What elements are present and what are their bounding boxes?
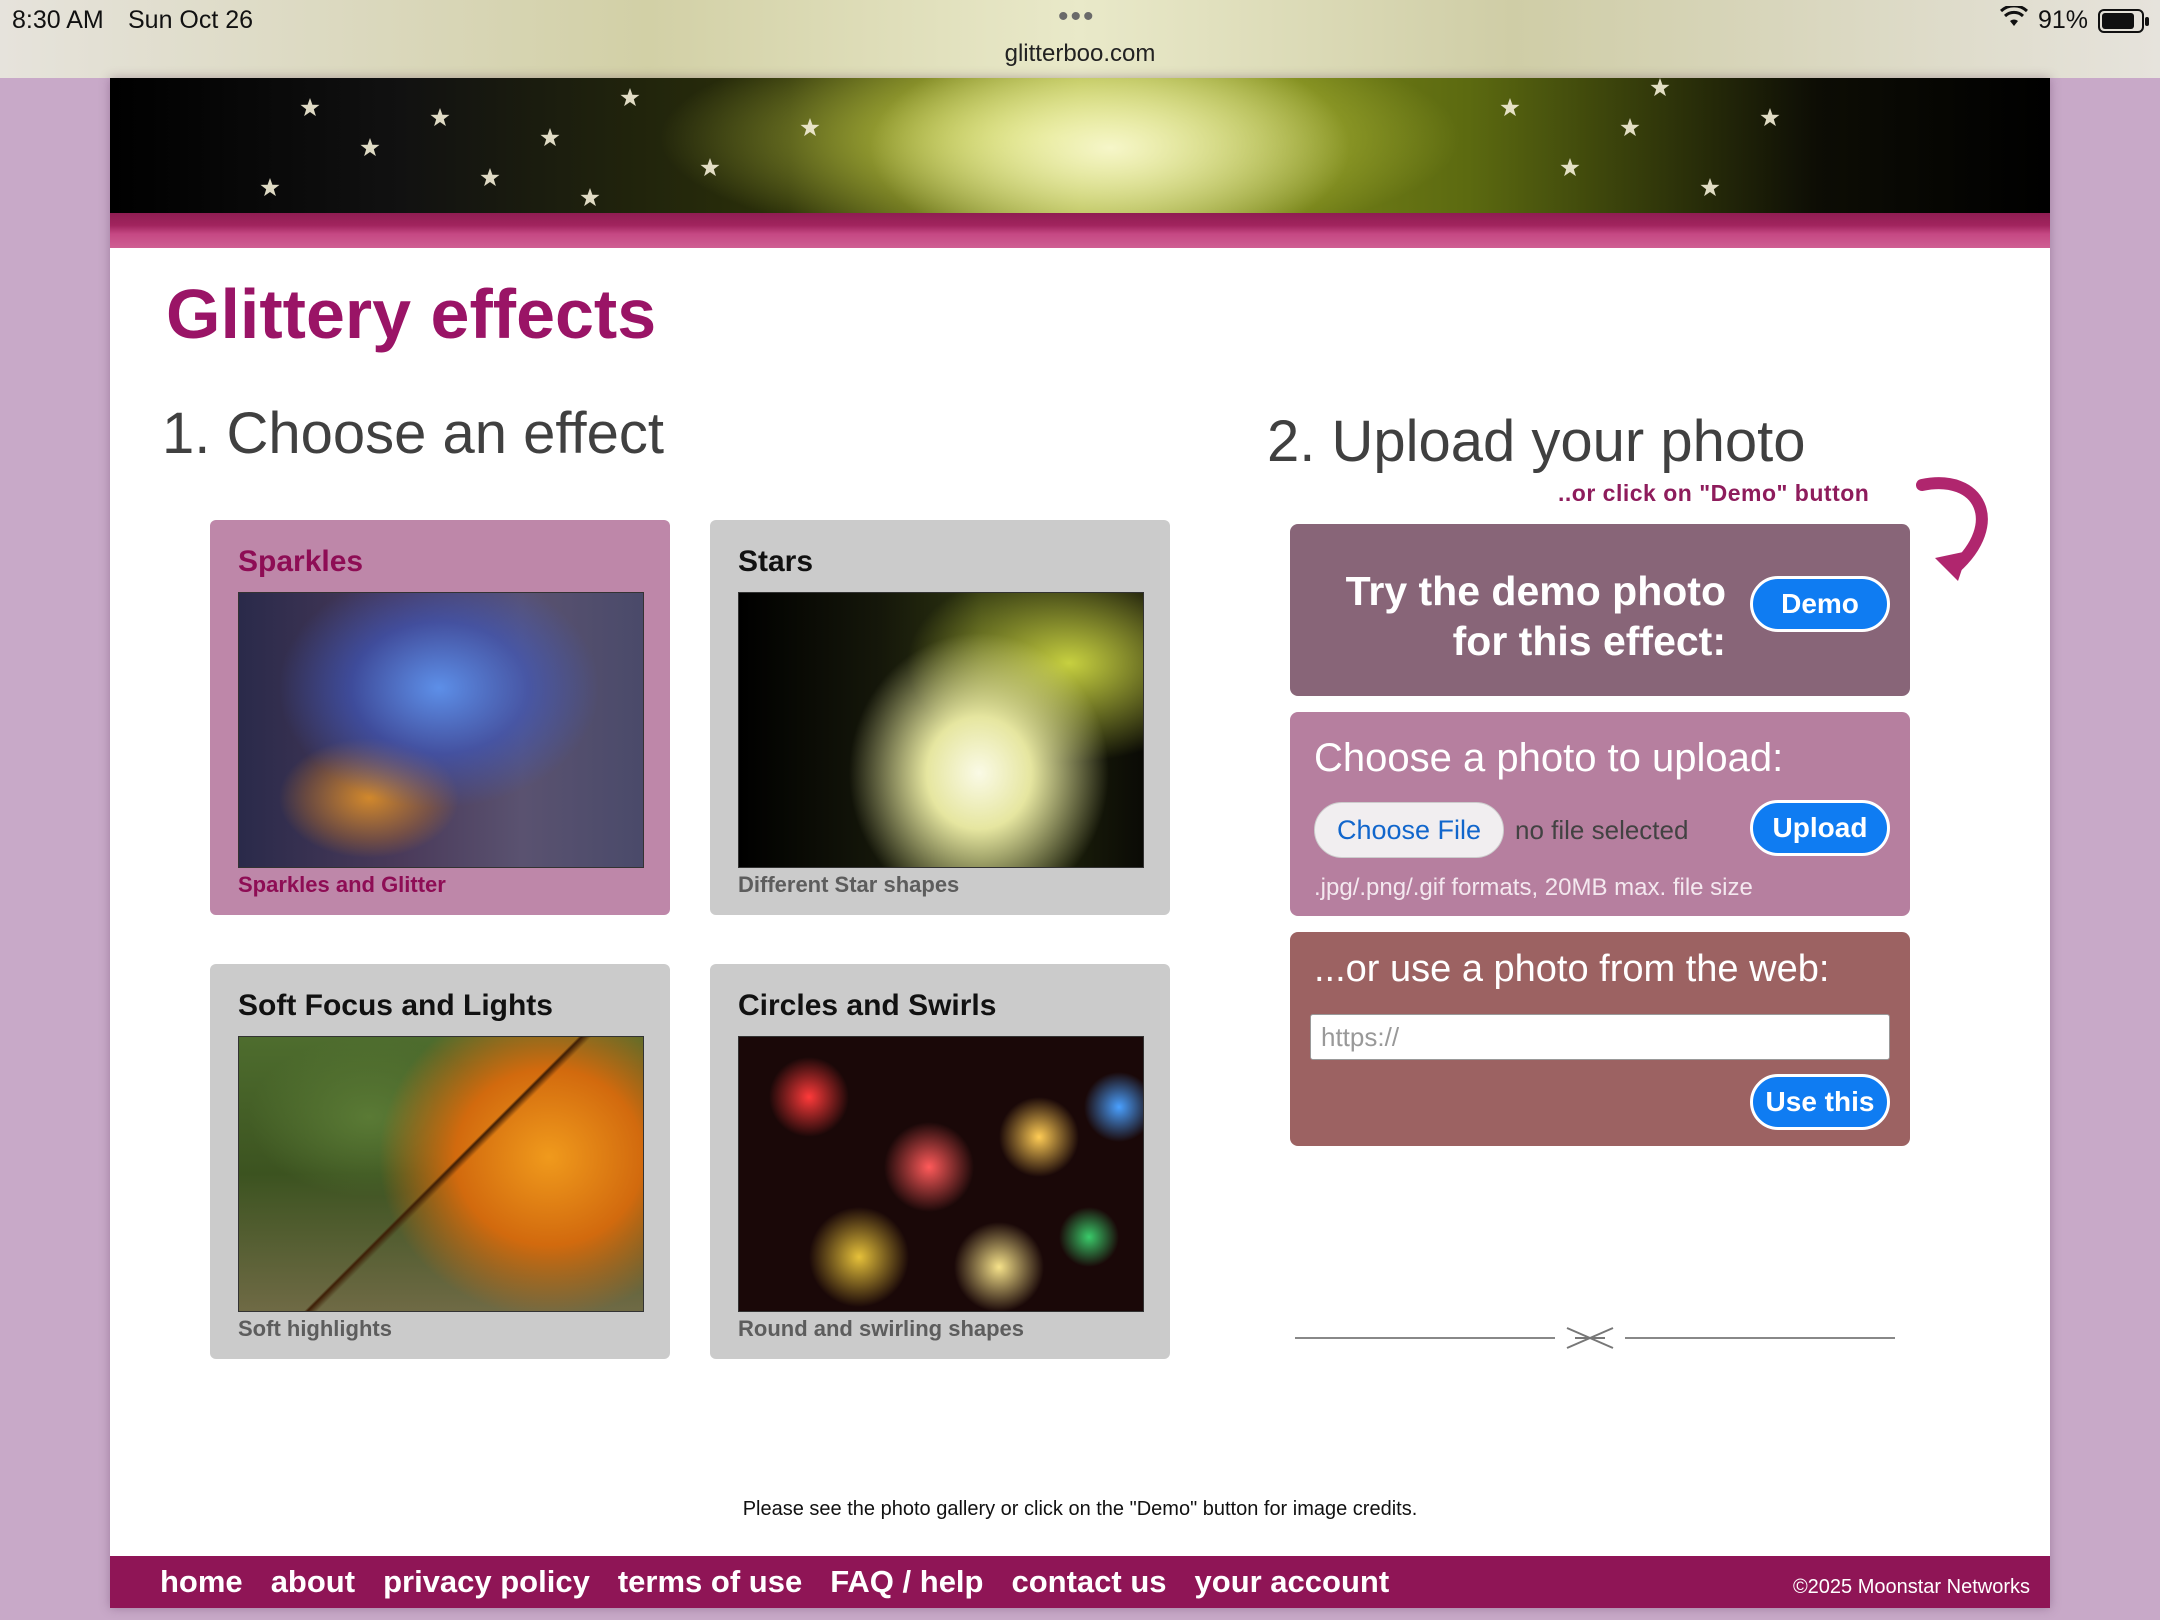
effect-card-stars[interactable]: Stars Different Star shapes	[710, 520, 1170, 915]
status-date: Sun Oct 26	[128, 6, 254, 34]
web-photo-panel: ...or use a photo from the web: Use this	[1290, 932, 1910, 1146]
file-status: no file selected	[1515, 815, 1689, 845]
step1-heading: 1. Choose an effect	[162, 401, 664, 466]
effect-card-description: Different Star shapes	[738, 872, 960, 897]
demo-line-1: Try the demo photo	[1345, 568, 1726, 614]
effect-card-description: Round and swirling shapes	[738, 1316, 1025, 1341]
battery-percent: 91%	[2038, 6, 2089, 34]
banner-star-icon	[1700, 178, 1720, 197]
demo-panel: Try the demo photo for this effect: Demo	[1290, 524, 1910, 696]
status-time: 8:30 AM	[12, 6, 104, 34]
effect-card-title: Sparkles	[238, 545, 364, 578]
banner-star-icon	[1620, 118, 1640, 137]
effect-card-circles[interactable]: Circles and Swirls Round and swirling sh…	[710, 964, 1170, 1359]
effect-card-title: Soft Focus and Lights	[238, 989, 553, 1022]
banner-star-icon	[700, 158, 720, 177]
upload-panel-title: Choose a photo to upload:	[1314, 736, 1784, 780]
banner-star-icon	[540, 128, 560, 147]
banner-star-icon	[1760, 108, 1780, 127]
banner-star-icon	[620, 88, 640, 107]
step2-heading: 2. Upload your photo	[1267, 409, 1806, 474]
demo-hint: ..or click on "Demo" button	[1558, 480, 1870, 506]
footer-nav: home about privacy policy terms of use F…	[160, 1556, 1389, 1608]
choose-file-button[interactable]: Choose File	[1314, 802, 1504, 858]
status-bar: 8:30 AM Sun Oct 26 ••• glitterboo.com 91…	[0, 0, 2160, 78]
ornamental-divider	[1295, 1327, 1895, 1349]
upload-panel: Choose a photo to upload: Choose File no…	[1290, 712, 1910, 916]
footer-link-about[interactable]: about	[271, 1556, 355, 1608]
banner-star-icon	[430, 108, 450, 127]
web-panel-title: ...or use a photo from the web:	[1314, 948, 1830, 990]
banner-star-icon	[480, 168, 500, 187]
format-note: .jpg/.png/.gif formats, 20MB max. file s…	[1314, 874, 1753, 901]
effect-card-title: Stars	[738, 545, 814, 578]
effect-card-description: Soft highlights	[238, 1316, 392, 1341]
multitasking-dots-icon[interactable]: •••	[1058, 0, 1096, 34]
banner-star-icon	[1560, 158, 1580, 177]
footer-link-terms[interactable]: terms of use	[618, 1556, 802, 1608]
header-banner-image	[110, 78, 2050, 213]
footer: home about privacy policy terms of use F…	[110, 1556, 2050, 1608]
page-container: Glittery effects 1. Choose an effect 2. …	[110, 78, 2050, 1608]
battery-icon	[2098, 9, 2149, 33]
demo-line-2: for this effect:	[1452, 618, 1726, 664]
footer-link-home[interactable]: home	[160, 1556, 243, 1608]
upload-button[interactable]: Upload	[1750, 800, 1890, 856]
address-bar-url[interactable]: glitterboo.com	[0, 40, 2160, 68]
banner-star-icon	[300, 98, 320, 117]
demo-button[interactable]: Demo	[1750, 576, 1890, 632]
banner-star-icon	[1650, 78, 1670, 97]
footer-link-account[interactable]: your account	[1195, 1556, 1390, 1608]
footer-link-privacy[interactable]: privacy policy	[383, 1556, 590, 1608]
effect-thumbnail-sparkles[interactable]	[238, 592, 644, 868]
banner-star-icon	[800, 118, 820, 137]
effect-card-sparkles[interactable]: Sparkles Sparkles and Glitter	[210, 520, 670, 915]
banner-star-icon	[1500, 98, 1520, 117]
effect-card-description: Sparkles and Glitter	[238, 872, 446, 897]
photo-url-input[interactable]	[1310, 1014, 1890, 1060]
wifi-icon	[1999, 4, 2029, 35]
curved-arrow-icon	[1916, 477, 1988, 581]
effect-card-title: Circles and Swirls	[738, 989, 997, 1022]
footer-link-faq[interactable]: FAQ / help	[830, 1556, 983, 1608]
page-title: Glittery effects	[166, 275, 657, 353]
banner-star-icon	[260, 178, 280, 197]
banner-stripe	[110, 213, 2050, 248]
image-credits-note: Please see the photo gallery or click on…	[742, 1498, 1418, 1520]
effect-thumbnail-stars[interactable]	[738, 592, 1144, 868]
use-this-button[interactable]: Use this	[1750, 1074, 1890, 1130]
effect-card-soft-focus[interactable]: Soft Focus and Lights Soft highlights	[210, 964, 670, 1359]
banner-star-icon	[360, 138, 380, 157]
effect-thumbnail-circles[interactable]	[738, 1036, 1144, 1312]
effect-thumbnail-soft-focus[interactable]	[238, 1036, 644, 1312]
banner-star-icon	[580, 188, 600, 207]
copyright: ©2025 Moonstar Networks	[1792, 1576, 2030, 1598]
demo-panel-text: Try the demo photo for this effect:	[1290, 566, 1726, 666]
footer-link-contact[interactable]: contact us	[1011, 1556, 1166, 1608]
